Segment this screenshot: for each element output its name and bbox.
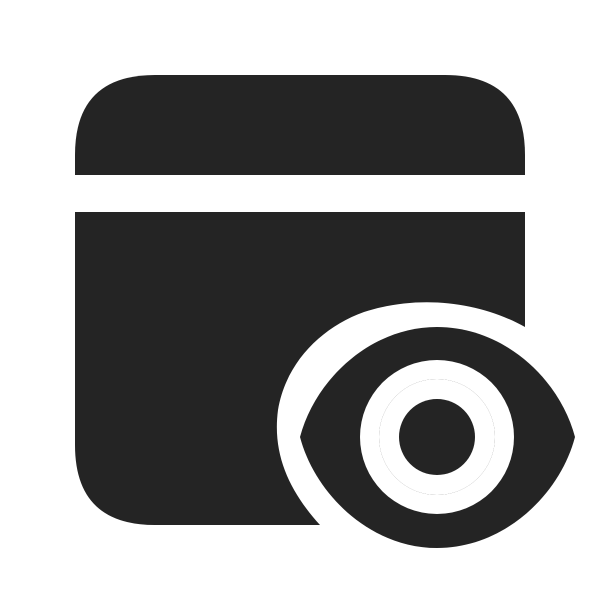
eye-pupil (399, 399, 475, 475)
app-window-eye-icon (75, 75, 575, 548)
icon-canvas (0, 0, 600, 600)
window-title-bar (75, 75, 525, 175)
